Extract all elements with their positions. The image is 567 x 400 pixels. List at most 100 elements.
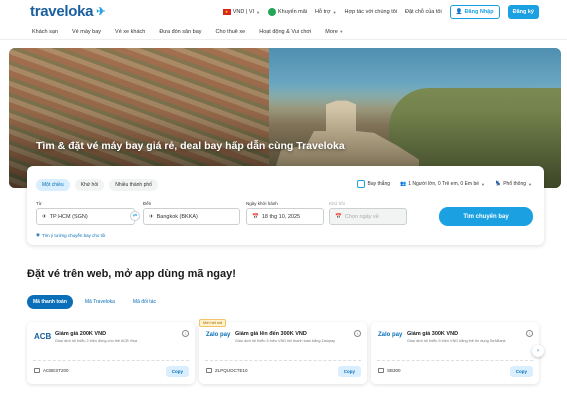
coupon-title: Giảm giá lên đến 300K VND — [235, 331, 307, 337]
my-bookings-label: Đặt chỗ của tôi — [405, 9, 442, 15]
chevron-down-icon: ▼ — [481, 181, 485, 187]
from-label: Từ — [36, 201, 42, 206]
ticket-icon — [378, 368, 384, 373]
nav-item-flights[interactable]: Vé máy bay — [72, 29, 101, 35]
from-field[interactable]: ✈ TP HCM (SGN) — [36, 208, 135, 225]
promotions-link[interactable]: Khuyến mãi — [268, 8, 307, 16]
promo-badge-icon — [268, 8, 276, 16]
return-date-field[interactable]: 📅 Chọn ngày về — [329, 208, 407, 225]
info-icon[interactable]: i — [182, 330, 189, 337]
nav-item-hotels[interactable]: Khách sạn — [32, 29, 58, 35]
search-options: Bay thẳng 👥 1 Người lớn, 0 Trẻ em, 0 Em … — [357, 180, 532, 188]
flight-ideas-label: Tìm ý tưởng chuyến bay cho tôi — [41, 232, 106, 238]
carousel-next-button[interactable]: › — [532, 345, 544, 357]
login-label: Đăng Nhập — [464, 9, 494, 15]
calendar-icon: 📅 — [252, 213, 259, 220]
promotions-label: Khuyến mãi — [278, 9, 308, 15]
coupon-code-value: ACBEST200 — [43, 368, 69, 373]
coupon-code: SB300 — [378, 368, 401, 373]
tab-payment-codes[interactable]: Mã thanh toán — [27, 295, 73, 309]
support-menu[interactable]: Hỗ trợ ▼ — [315, 9, 337, 15]
calendar-icon: 📅 — [335, 213, 342, 220]
arrival-plane-icon: ✈ — [149, 213, 154, 220]
my-bookings-link[interactable]: Đặt chỗ của tôi — [405, 9, 442, 15]
swap-button[interactable]: ⇄ — [130, 211, 140, 221]
vietnam-flag-icon — [222, 9, 231, 15]
checkbox-icon — [357, 180, 366, 188]
chevron-down-icon: ▼ — [528, 181, 532, 187]
copy-button[interactable]: Copy — [509, 366, 533, 377]
coupon-divider — [33, 360, 189, 361]
coupon-description: Giao dịch tối thiểu 5 triệu VND khi than… — [235, 339, 336, 343]
zalopay-logo: Zalo pay — [206, 332, 231, 338]
return-date-label: Khứ hồi — [329, 201, 345, 206]
direct-flight-label: Bay thẳng — [367, 181, 391, 187]
tab-multi-city[interactable]: Nhiều thành phố — [109, 179, 158, 191]
ticket-icon — [34, 368, 40, 373]
nav-item-car-rental[interactable]: Cho thuê xe — [216, 29, 246, 35]
copy-button[interactable]: Copy — [165, 366, 189, 377]
user-icon: 👤 — [455, 9, 463, 15]
traveloka-logo[interactable]: traveloka ✈ — [30, 3, 105, 20]
more-label: More — [325, 28, 338, 35]
to-label: Đến — [143, 201, 152, 206]
logo-bird-icon: ✈ — [96, 6, 106, 18]
currency-language-selector[interactable]: VND | VI ▼ — [222, 9, 260, 15]
direct-flight-toggle[interactable]: Bay thẳng — [357, 180, 390, 188]
new-badge: Mới hết mã — [199, 319, 227, 327]
coupon-code-value: SB300 — [387, 368, 401, 373]
coupon-divider — [205, 360, 361, 361]
partner-label: Hợp tác với chúng tôi — [344, 9, 398, 15]
search-flights-button[interactable]: Tìm chuyến bay — [439, 207, 533, 226]
tab-one-way[interactable]: Một chiều — [36, 179, 70, 191]
info-icon[interactable]: i — [354, 330, 361, 337]
acb-logo: ACB — [34, 332, 52, 341]
tab-round-trip[interactable]: Khứ hồi — [74, 179, 105, 191]
nav-item-more[interactable]: More ▼ — [325, 29, 343, 35]
passenger-selector[interactable]: 👥 1 Người lớn, 0 Trẻ em, 0 Em bé ▼ — [400, 181, 485, 187]
login-button[interactable]: 👤 Đăng Nhập — [449, 5, 500, 19]
return-date-placeholder: Chọn ngày về — [344, 213, 379, 220]
depart-date-field[interactable]: 📅 18 thg 10, 2025 — [246, 208, 324, 225]
promo-tabs: Mã thanh toán Mã Traveloka Mã đối tác — [27, 295, 162, 309]
departure-plane-icon: ✈ — [42, 213, 47, 220]
nav-item-airport-transfer[interactable]: Đưa đón sân bay — [159, 29, 201, 35]
depart-date-value: 18 thg 10, 2025 — [261, 213, 301, 220]
promo-section-title: Đặt vé trên web, mở app dùng mã ngay! — [27, 268, 236, 280]
to-field[interactable]: ✈ Bangkok (BKKA) — [143, 208, 240, 225]
copy-button[interactable]: Copy — [337, 366, 361, 377]
location-pin-icon: ◉ — [36, 232, 40, 237]
partner-link[interactable]: Hợp tác với chúng tôi — [345, 9, 397, 15]
zalopay-logo: Zalo pay — [378, 332, 403, 338]
currency-lang-label: VND | VI — [232, 9, 255, 15]
tab-traveloka-codes[interactable]: Mã Traveloka — [78, 295, 121, 309]
coupon-description: Giao dịch tối thiểu 5 triệu VND bằng thẻ… — [407, 339, 506, 343]
chevron-down-icon: ▼ — [339, 28, 344, 34]
nav-item-activities[interactable]: Hoạt động & Vui chơi — [259, 29, 311, 35]
nav-item-bus[interactable]: Vé xe khách — [115, 29, 145, 35]
cabin-class-selector[interactable]: 💺 Phổ thông ▼ — [495, 181, 532, 187]
coupon-card: Zalo pay Giảm giá lên đến 300K VND Giao … — [199, 322, 367, 384]
support-label: Hỗ trợ — [315, 9, 331, 15]
chevron-down-icon: ▼ — [256, 9, 260, 15]
signup-button[interactable]: Đăng ký — [507, 5, 539, 19]
passenger-label: 1 Người lớn, 0 Trẻ em, 0 Em bé — [408, 181, 480, 187]
depart-date-label: Ngày khởi hành — [246, 201, 278, 206]
flight-ideas-link[interactable]: ◉ Tìm ý tưởng chuyến bay cho tôi — [36, 232, 105, 238]
flight-search-card: Một chiều Khứ hồi Nhiều thành phố Bay th… — [27, 166, 544, 245]
chevron-down-icon: ▼ — [332, 9, 337, 15]
coupon-title: Giảm giá 300K VND — [407, 331, 459, 337]
coupon-title: Giảm giá 200K VND — [55, 331, 107, 337]
logo-text: traveloka — [30, 3, 94, 20]
from-value: TP HCM (SGN) — [49, 213, 88, 220]
info-icon[interactable]: i — [526, 330, 533, 337]
cabin-class-label: Phổ thông — [503, 181, 527, 187]
ticket-icon — [206, 368, 212, 373]
tab-partner-codes[interactable]: Mã đối tác — [126, 295, 162, 309]
coupon-code: ACBEST200 — [34, 368, 69, 373]
top-header: traveloka ✈ VND | VI ▼ Khuyến mãi Hỗ trợ… — [0, 0, 567, 24]
to-value: Bangkok (BKKA) — [156, 213, 198, 220]
trip-type-tabs: Một chiều Khứ hồi Nhiều thành phố — [36, 179, 158, 191]
coupon-code-value: ZLPQUOCTE10 — [215, 368, 248, 373]
product-nav: Khách sạn Vé máy bay Vé xe khách Đưa đón… — [0, 24, 567, 40]
